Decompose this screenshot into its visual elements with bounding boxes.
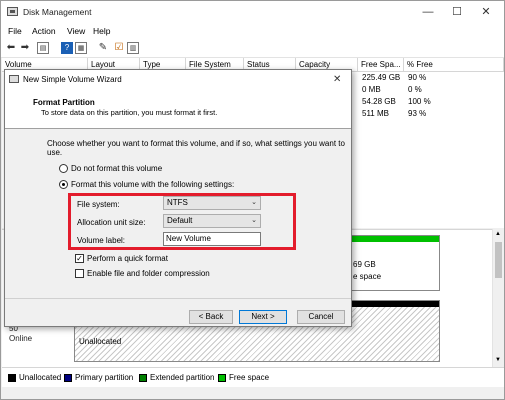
menu-file[interactable]: File <box>8 26 22 36</box>
row-4-pct: 93 % <box>408 109 427 118</box>
column-free-space[interactable]: Free Spa... <box>358 58 404 72</box>
menu-help[interactable]: Help <box>93 26 110 36</box>
dialog-title-bar: New Simple Volume Wizard ✕ <box>5 70 351 89</box>
highlight-box <box>68 193 296 250</box>
dialog-close-button[interactable]: ✕ <box>333 74 341 85</box>
quick-format-label: Perform a quick format <box>87 254 168 263</box>
properties-icon[interactable]: ▦ <box>75 42 87 54</box>
row-3-free: 54.28 GB <box>362 97 396 106</box>
view-icon[interactable]: ▥ <box>127 42 139 54</box>
label-do-not-format: Do not format this volume <box>71 164 163 173</box>
row-1-free: 225.49 GB <box>362 73 401 82</box>
disk-1-partition[interactable]: 69 GB e space <box>348 235 440 291</box>
next-button[interactable]: Next > <box>239 310 287 324</box>
row-2-free: 0 MB <box>362 85 381 94</box>
legend: Unallocated Primary partition Extended p… <box>2 367 504 387</box>
disk-2-label-c: Online <box>9 334 33 343</box>
help-icon[interactable]: ? <box>61 42 73 54</box>
legend-free: Free space <box>229 373 270 382</box>
quick-format-checkbox[interactable]: ✓ <box>75 254 84 263</box>
header-title: Format Partition <box>33 98 95 107</box>
title-bar: Disk Management — ☐ ✕ <box>1 1 504 23</box>
list-view-icon[interactable]: ▤ <box>37 42 49 54</box>
cancel-button[interactable]: Cancel <box>297 310 345 324</box>
legend-free-swatch <box>218 374 226 382</box>
minimize-button[interactable]: — <box>415 5 441 19</box>
disk-management-icon <box>7 7 18 16</box>
back-arrow-icon[interactable]: ⬅ <box>5 42 17 54</box>
maximize-button[interactable]: ☐ <box>444 5 470 19</box>
menu-view[interactable]: View <box>67 26 85 36</box>
legend-primary: Primary partition <box>75 373 134 382</box>
connect-icon[interactable]: ✎ <box>97 42 109 54</box>
back-button[interactable]: < Back <box>189 310 233 324</box>
row-1-pct: 90 % <box>408 73 427 82</box>
scroll-up-icon[interactable]: ▲ <box>495 231 501 237</box>
radio-do-not-format[interactable] <box>59 164 68 173</box>
scroll-down-icon[interactable]: ▼ <box>495 357 501 363</box>
menu-bar: File Action View Help <box>1 23 504 38</box>
dialog-header: Format Partition To store data on this p… <box>5 89 351 129</box>
menu-action[interactable]: Action <box>32 26 56 36</box>
window-title: Disk Management <box>23 7 92 17</box>
legend-extended: Extended partition <box>150 373 215 382</box>
column-percent-free[interactable]: % Free <box>404 58 504 72</box>
disk-1-partition-size: 69 GB <box>353 260 376 269</box>
legend-unallocated: Unallocated <box>19 373 62 382</box>
free-space-bar <box>349 236 439 242</box>
disk-map-scrollbar[interactable]: ▲ ▼ <box>492 229 504 367</box>
check-icon[interactable]: ☑ <box>113 42 125 54</box>
button-divider <box>5 298 351 299</box>
disk-1-partition-status: e space <box>353 272 382 281</box>
compression-label: Enable file and folder compression <box>87 269 210 278</box>
legend-extended-swatch <box>139 374 147 382</box>
unallocated-label: Unallocated <box>79 337 122 346</box>
instructions: Choose whether you want to format this v… <box>47 139 345 157</box>
toolbar: ⬅ ➡ ▤ ? ▦ ✎ ☑ ▥ <box>1 38 504 58</box>
row-3-pct: 100 % <box>408 97 431 106</box>
row-4-free: 511 MB <box>362 109 389 118</box>
legend-primary-swatch <box>64 374 72 382</box>
header-subtitle: To store data on this partition, you mus… <box>41 108 218 117</box>
radio-format-volume[interactable] <box>59 180 68 189</box>
label-format-volume: Format this volume with the following se… <box>71 180 235 189</box>
wizard-icon <box>9 75 19 83</box>
compression-checkbox[interactable] <box>75 269 84 278</box>
legend-unallocated-swatch <box>8 374 16 382</box>
forward-arrow-icon[interactable]: ➡ <box>19 42 31 54</box>
close-button[interactable]: ✕ <box>473 5 499 19</box>
row-2-pct: 0 % <box>408 85 422 94</box>
scroll-thumb[interactable] <box>495 242 502 278</box>
dialog-title: New Simple Volume Wizard <box>23 75 122 84</box>
